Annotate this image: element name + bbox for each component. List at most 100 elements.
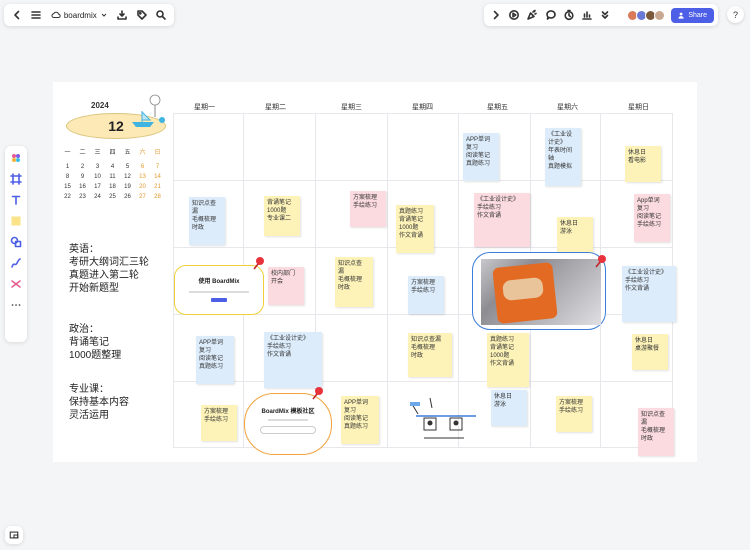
frame-icon[interactable] <box>8 171 24 187</box>
calendar-day[interactable]: 7 <box>150 164 165 170</box>
english-notes: 英语： 考研大纲词汇三轮 真题进入第二轮 开始新题型 <box>69 243 149 295</box>
sticky-text-line: 真题练习 <box>344 424 369 430</box>
sticky-note[interactable]: 《工业设计史》 手绘练习 作文背诵 <box>622 266 676 322</box>
menu-icon[interactable] <box>27 6 44 24</box>
sticky-note[interactable]: 方案梳理 手绘练习 <box>556 396 592 432</box>
calendar-day[interactable]: 28 <box>150 194 165 200</box>
photo-card[interactable] <box>472 252 606 330</box>
text-icon[interactable] <box>8 192 24 208</box>
sticky-note[interactable]: 知识点查漏毛概梳理时政 <box>335 257 373 307</box>
tag-icon[interactable] <box>133 6 150 24</box>
calendar-day[interactable]: 22 <box>60 194 75 200</box>
template-icon[interactable] <box>8 150 24 166</box>
pin-icon <box>312 387 323 400</box>
calendar-day[interactable]: 14 <box>150 174 165 180</box>
calendar-day[interactable]: 9 <box>75 174 90 180</box>
share-button[interactable]: Share <box>671 7 714 23</box>
sticky-note[interactable]: 休息日 看电影 <box>625 146 661 182</box>
chevron-right-icon[interactable] <box>488 6 504 24</box>
calendar-day[interactable]: 4 <box>105 164 120 170</box>
sticky-text-line: 毛概梳理 <box>641 428 666 434</box>
sticky-note[interactable]: 背诵笔记 1000题 专业课二 <box>264 196 300 236</box>
calendar-day[interactable]: 26 <box>120 194 135 200</box>
sticky-text-line: 手绘练习 <box>353 203 378 209</box>
sticky-text-line: 真题模拟 <box>548 164 573 170</box>
sticky-note[interactable]: 真题练习 背诵笔记 1000题 作文背诵 <box>396 205 434 253</box>
calendar-day[interactable]: 20 <box>135 184 150 190</box>
back-icon[interactable] <box>8 6 25 24</box>
sticky-text-line: APP单词 <box>466 137 491 143</box>
play-icon[interactable] <box>506 6 522 24</box>
calendar-day[interactable]: 3 <box>90 164 105 170</box>
calendar-day[interactable]: 10 <box>90 174 105 180</box>
search-icon[interactable] <box>153 6 170 24</box>
sticky-note[interactable]: 方案梳理 手绘练习 <box>350 191 386 227</box>
sticky-note[interactable]: 休息日 桌游聚餐 <box>632 334 668 370</box>
collaborator-avatars[interactable] <box>627 9 666 21</box>
boardmix-guide-card[interactable]: 使用 BoardMix <box>174 265 264 315</box>
calendar-day[interactable]: 5 <box>120 164 135 170</box>
sticky-note[interactable]: 《工业设计史》 手绘练习 作文背诵 <box>264 332 322 388</box>
calendar-day[interactable]: 27 <box>135 194 150 200</box>
sticky-note[interactable]: 《工业设 计史》 年表时间轴真题模拟 <box>545 128 581 186</box>
note-line: 英语： <box>69 244 99 255</box>
calendar-day[interactable]: 23 <box>75 194 90 200</box>
download-icon[interactable] <box>114 6 131 24</box>
calendar-year: 2024 <box>91 101 109 110</box>
sticky-text-line: 作文背诵 <box>399 233 424 239</box>
sticky-text-line: APP单词 <box>199 340 224 346</box>
calendar-day[interactable]: 2 <box>75 164 90 170</box>
sticky-note[interactable]: 方案梳理 手绘练习 <box>408 276 444 314</box>
calendar-day[interactable]: 18 <box>105 184 120 190</box>
celebrate-icon[interactable] <box>524 6 540 24</box>
sticky-text-line: 手绘练习 <box>559 408 584 414</box>
calendar-day[interactable]: 16 <box>75 184 90 190</box>
calendar-day[interactable]: 11 <box>105 174 120 180</box>
pen-icon[interactable] <box>8 255 24 271</box>
chevron-down-icon <box>101 13 107 17</box>
sticky-note[interactable]: 知识点查漏毛概梳理时政 <box>638 408 674 456</box>
more-icon[interactable] <box>8 297 24 313</box>
calendar-day[interactable]: 13 <box>135 174 150 180</box>
calendar-day[interactable]: 15 <box>60 184 75 190</box>
sticky-note[interactable]: 真题练习 背诵笔记 1000题 作文背诵 <box>487 333 529 387</box>
timer-icon[interactable] <box>561 6 577 24</box>
sticky-note[interactable]: APP单词 复习 阅读笔记 真题练习 <box>196 336 234 384</box>
sticky-note[interactable]: 休息日 游泳 <box>557 217 593 253</box>
sticky-text-line: 毛概梳理 <box>192 217 217 223</box>
sticky-note[interactable]: 休息日 游泳 <box>491 390 527 426</box>
comment-icon[interactable] <box>543 6 559 24</box>
calendar-day[interactable]: 8 <box>60 174 75 180</box>
calendar-day[interactable]: 17 <box>90 184 105 190</box>
sticky-note-icon[interactable] <box>8 213 24 229</box>
sticky-note[interactable]: 知识点查漏毛概梳理时政 <box>408 333 452 377</box>
grid-line <box>173 381 672 382</box>
day-header: 星期六 <box>557 104 578 111</box>
doodle-boat <box>132 111 165 127</box>
calendar-day[interactable]: 1 <box>60 164 75 170</box>
calendar-day[interactable]: 6 <box>135 164 150 170</box>
sticky-note[interactable]: 《工业设计史》 手绘练习 作文背诵 <box>474 193 530 247</box>
day-header: 星期四 <box>412 104 433 111</box>
vote-icon[interactable] <box>579 6 595 24</box>
shape-icon[interactable] <box>8 234 24 250</box>
calendar-day[interactable]: 19 <box>120 184 135 190</box>
sticky-text-line: 休息日 <box>635 338 654 344</box>
sticky-text-line: 手绘练习 <box>477 205 502 211</box>
expand-more-icon[interactable] <box>597 6 613 24</box>
sticky-note[interactable]: APP单词 复习 阅读笔记 真题练习 <box>463 133 499 181</box>
calendar-day[interactable]: 12 <box>120 174 135 180</box>
sticky-note[interactable]: APP单词 复习 阅读笔记 真题练习 <box>341 396 379 444</box>
calendar-day[interactable]: 21 <box>150 184 165 190</box>
help-button[interactable]: ? <box>727 6 744 23</box>
sticky-note[interactable]: 知识点查漏毛概梳理时政 <box>189 197 225 245</box>
template-community-card[interactable]: BoardMix 模板社区 <box>244 393 332 455</box>
sticky-note[interactable]: 方案梳理 手绘练习 <box>201 405 237 441</box>
document-title[interactable]: boardmix <box>47 10 112 20</box>
minimap-button[interactable] <box>5 526 23 544</box>
connector-icon[interactable] <box>8 276 24 292</box>
sticky-note[interactable]: 校内部门 开会 <box>268 267 304 305</box>
calendar-day[interactable]: 25 <box>105 194 120 200</box>
sticky-note[interactable]: App单词 复习 阅读笔记 手绘练习 <box>634 194 670 242</box>
calendar-day[interactable]: 24 <box>90 194 105 200</box>
